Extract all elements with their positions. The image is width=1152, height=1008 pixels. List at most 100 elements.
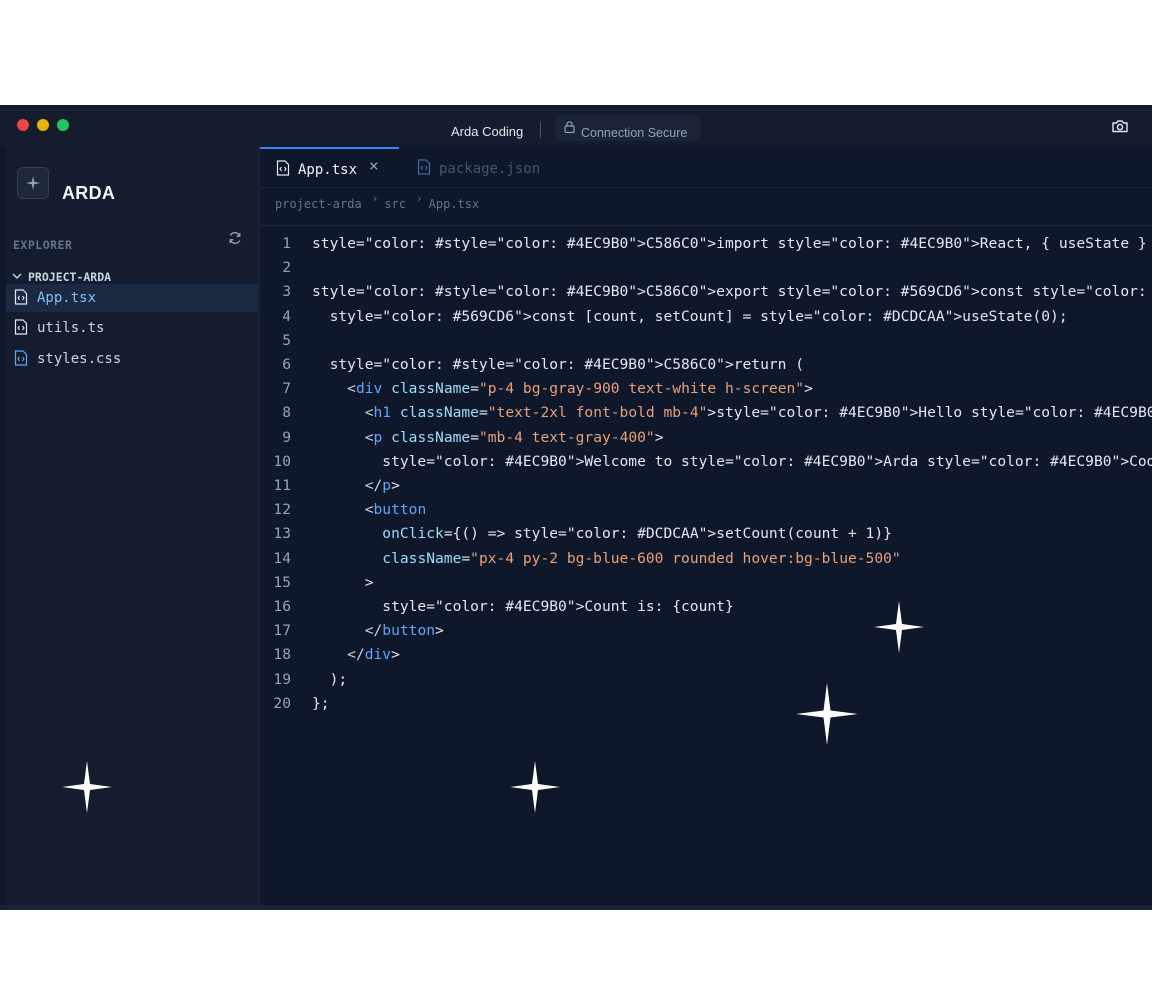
code-line[interactable]: 17 </button> [260,619,444,643]
line-number: 4 [282,307,291,325]
line-number: 16 [273,598,291,615]
tab-app-tsx[interactable]: App.tsx × [260,147,399,187]
file-code-icon [14,289,28,305]
line-number: 20 [273,694,291,712]
close-window-button[interactable] [17,119,29,131]
file-name: utils.ts [37,320,105,336]
maximize-window-button[interactable] [57,119,69,131]
code-text: }; [312,694,330,712]
sparkle-icon [510,761,560,813]
line-number: 6 [282,356,291,373]
file-code-icon [417,159,431,175]
file-code-icon [276,160,290,176]
breadcrumb: project-arda › src › App.tsx [275,192,480,212]
code-text: > [312,573,374,591]
code-text: style="color: #style="color: #4EC9B0">C5… [312,356,805,373]
code-line[interactable]: 10 style="color: #4EC9B0">Welcome to sty… [260,450,1152,474]
app-window: Arda Coding Connection Secure ARDA EXPLO… [0,105,1152,910]
code-text: onClick={() => style="color: #DCDCAA">se… [382,525,892,543]
line-number: 10 [273,452,291,470]
code-text: ); [312,670,348,688]
code-text: </p> [364,477,400,494]
connection-secure-badge: Connection Secure [554,115,701,141]
code-line[interactable]: 3 style="color: #style="color: #4EC9B0">C… [260,280,1152,304]
line-number: 18 [273,646,291,664]
code-text: <p className="mb-4 text-gray-400"> [364,428,664,446]
file-item-app-tsx[interactable]: App.tsx [6,284,258,312]
file-code-icon [14,319,28,335]
code-text: style="color: #4EC9B0">Welcome to style=… [312,452,1152,470]
breadcrumb-item[interactable]: App.tsx [429,197,480,211]
sidebar: ARDA EXPLORER PROJECT-ARDA App.tsx utils… [6,147,260,905]
line-number: 19 [273,670,291,688]
line-number: 1 [282,235,291,252]
line-number: 3 [282,283,291,301]
code-text: </button> [364,622,444,640]
code-line[interactable]: 14 className="px-4 py-2 bg-blue-600 roun… [260,547,900,571]
line-number: 14 [273,549,291,567]
file-item-styles-css[interactable]: styles.css [6,345,258,373]
code-text: <div className="p-4 bg-gray-900 text-whi… [347,380,813,398]
code-line[interactable]: 7 <div className="p-4 bg-gray-900 text-w… [260,377,813,401]
tab-package-json[interactable]: package.json [415,147,540,187]
editor-tabs: App.tsx × package.json [260,147,1152,188]
code-line[interactable]: 19 ); [260,668,347,692]
logo [17,167,49,199]
code-editor[interactable]: 1 style="color: #style="color: #4EC9B0">C… [260,225,1152,906]
file-item-utils-ts[interactable]: utils.ts [6,314,258,342]
sparkle-icon [26,176,40,190]
tab-label: App.tsx [298,162,358,178]
file-name: App.tsx [37,290,97,306]
code-text: <h1 className="text-2xl font-bold mb-4">… [364,404,1152,422]
file-code-icon [14,350,28,366]
project-name: PROJECT-ARDA [28,270,112,284]
code-line[interactable]: 18 </div> [260,643,399,667]
brand-name: ARDA [62,183,116,203]
line-number: 9 [282,428,291,446]
window-bottom-edge [0,905,1152,910]
close-icon[interactable]: × [369,156,379,175]
file-name: styles.css [37,351,122,367]
code-text: <button [364,501,427,519]
code-line[interactable]: 12 <button [260,498,426,522]
code-text: style="color: #569CD6">const [count, set… [312,307,1068,325]
code-text: style="color: #style="color: #4EC9B0">C5… [312,235,1147,252]
code-line[interactable]: 6 style="color: #style="color: #4EC9B0">… [260,353,804,377]
code-line[interactable]: 13 onClick={() => style="color: #DCDCAA"… [260,522,892,546]
line-number: 15 [273,573,291,591]
chevron-right-icon: › [416,191,423,205]
code-line[interactable]: 5 [260,329,312,353]
code-line[interactable]: 2 [260,256,312,280]
refresh-icon[interactable] [228,231,242,245]
project-folder[interactable]: PROJECT-ARDA [12,267,111,284]
code-line[interactable]: 9 <p className="mb-4 text-gray-400"> [260,426,664,450]
breadcrumb-item[interactable]: project-arda [275,197,362,211]
line-number: 2 [282,259,291,277]
camera-icon[interactable] [1112,119,1128,133]
code-line[interactable]: 15 > [260,571,374,595]
title-separator [540,122,541,138]
code-line[interactable]: 4 style="color: #569CD6">const [count, s… [260,305,1068,329]
line-number: 5 [282,331,291,349]
chevron-down-icon [12,273,22,279]
code-line[interactable]: 20}; [260,692,330,716]
minimize-window-button[interactable] [37,119,49,131]
line-number: 11 [273,477,291,494]
code-line[interactable]: 1 style="color: #style="color: #4EC9B0">C… [260,232,1152,256]
secure-label: Connection Secure [581,125,688,140]
chevron-right-icon: › [371,191,379,205]
explorer-heading: EXPLORER [13,238,73,252]
line-number: 12 [273,501,291,519]
title-bar: Arda Coding Connection Secure [0,105,1152,147]
code-text: style="color: #4EC9B0">Count is: {count} [312,598,734,615]
sparkle-icon [62,761,112,813]
line-number: 13 [273,525,291,543]
line-number: 8 [282,404,291,422]
sparkle-icon [874,601,924,653]
breadcrumb-item[interactable]: src [384,197,406,211]
code-line[interactable]: 8 <h1 className="text-2xl font-bold mb-4… [260,401,1152,425]
window-title: Arda Coding [451,124,524,139]
lock-icon [564,120,575,133]
code-line[interactable]: 16 style="color: #4EC9B0">Count is: {cou… [260,595,734,619]
code-line[interactable]: 11 </p> [260,474,400,498]
